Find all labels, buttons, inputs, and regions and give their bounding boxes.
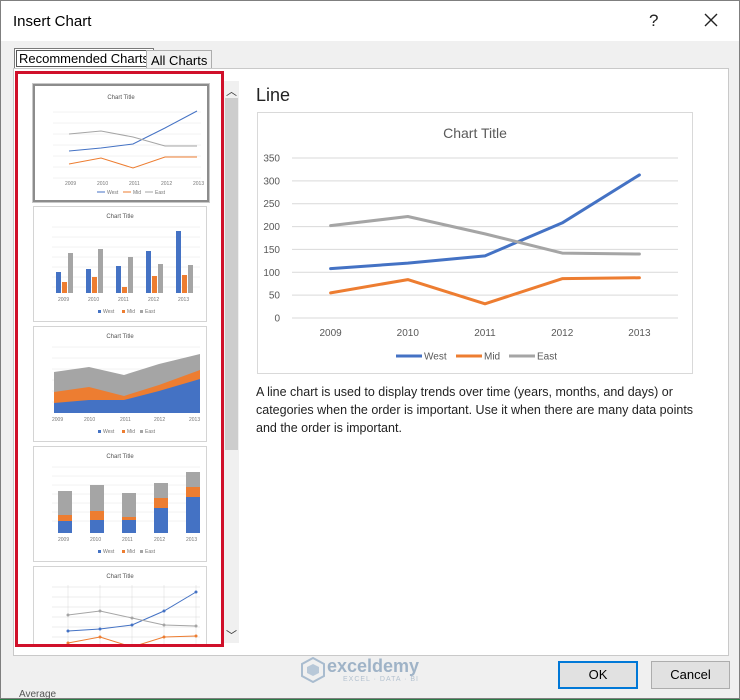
svg-text:2010: 2010 xyxy=(90,537,101,543)
svg-text:2011: 2011 xyxy=(122,537,133,543)
thumbnail-title: Chart Title xyxy=(106,454,134,460)
tab-all-charts[interactable]: All Charts xyxy=(146,50,213,70)
svg-text:Mid: Mid xyxy=(133,190,141,196)
svg-text:2013: 2013 xyxy=(178,297,189,303)
svg-text:West: West xyxy=(103,549,115,555)
svg-text:2012: 2012 xyxy=(161,181,172,187)
legend-label-west: West xyxy=(424,352,447,363)
exceldemy-logo-icon xyxy=(301,657,325,683)
y-tick-label: 350 xyxy=(263,154,280,165)
series-line-mid xyxy=(329,276,641,306)
svg-text:2012: 2012 xyxy=(154,417,165,423)
scrollbar-thumb[interactable] xyxy=(225,98,238,450)
thumbnail-stacked-area-chart[interactable]: Chart Title 2009 2010 2011 2012 2013 West Mi… xyxy=(33,326,207,442)
insert-chart-dialog: Insert Chart ? Recommended Charts All Ch… xyxy=(0,0,740,700)
thumbnail-line-chart[interactable]: Chart Title 2009 2010 2011 2012 2013 West Mi… xyxy=(33,84,209,202)
x-tick-label: 2009 xyxy=(319,328,342,339)
thumbnail-line-markers-chart[interactable]: Chart Title xyxy=(33,566,207,644)
scroll-down-icon[interactable]: ﹀ xyxy=(226,627,237,643)
svg-text:East: East xyxy=(155,190,166,196)
svg-text:2012: 2012 xyxy=(154,537,165,543)
svg-text:Mid: Mid xyxy=(127,549,135,555)
x-tick-label: 2011 xyxy=(474,328,496,339)
svg-text:2009: 2009 xyxy=(58,537,69,543)
svg-text:2010: 2010 xyxy=(88,297,99,303)
chart-description: A line chart is used to display trends o… xyxy=(256,385,694,435)
svg-text:2013: 2013 xyxy=(193,181,204,187)
svg-text:West: West xyxy=(103,429,115,435)
svg-text:2013: 2013 xyxy=(186,537,197,543)
thumbnails-scrollbar[interactable]: ︿ ﹀ xyxy=(224,81,239,643)
close-icon[interactable] xyxy=(699,8,723,32)
x-tick-label: 2010 xyxy=(397,328,420,339)
dialog-title: Insert Chart xyxy=(13,13,92,30)
watermark-name: exceldemy xyxy=(327,656,420,676)
svg-text:2011: 2011 xyxy=(120,417,131,423)
svg-text:2009: 2009 xyxy=(52,417,63,423)
y-tick-label: 0 xyxy=(274,314,280,325)
svg-text:Mid: Mid xyxy=(127,429,135,435)
y-tick-label: 250 xyxy=(263,199,280,210)
y-tick-label: 100 xyxy=(263,268,280,279)
watermark: exceldemy EXCEL · DATA · BI xyxy=(301,655,451,685)
svg-text:East: East xyxy=(145,429,156,435)
svg-text:West: West xyxy=(103,309,115,315)
thumbnail-title: Chart Title xyxy=(106,334,134,340)
svg-text:2011: 2011 xyxy=(118,297,129,303)
thumbnail-clustered-column-chart[interactable]: Chart Title 2009 2010 2011 2012 2013 West Mi… xyxy=(33,206,207,322)
cancel-button[interactable]: Cancel xyxy=(651,661,730,689)
y-tick-label: 150 xyxy=(263,245,280,256)
chart-type-heading: Line xyxy=(256,85,291,105)
y-tick-label: 300 xyxy=(263,176,280,187)
line-chart: Chart Title 0 50 100 150 200 250 300 350 2009 2010… xyxy=(263,125,678,363)
y-tick-label: 200 xyxy=(263,222,280,233)
x-tick-label: 2013 xyxy=(628,328,651,339)
chart-title: Chart Title xyxy=(443,125,507,141)
svg-text:2009: 2009 xyxy=(58,297,69,303)
x-tick-label: 2012 xyxy=(551,328,574,339)
legend-label-east: East xyxy=(537,352,557,363)
legend-label-mid: Mid xyxy=(484,352,500,363)
thumbnail-title: Chart Title xyxy=(106,214,134,220)
help-button[interactable]: ? xyxy=(649,11,658,31)
svg-text:2010: 2010 xyxy=(97,181,108,187)
thumbnail-stacked-column-chart[interactable]: Chart Title 2009 2010 2011 2012 2013 West Mi… xyxy=(33,446,207,562)
svg-text:2012: 2012 xyxy=(148,297,159,303)
svg-text:East: East xyxy=(145,309,156,315)
thumbnail-title: Chart Title xyxy=(107,95,135,101)
watermark-tagline: EXCEL · DATA · BI xyxy=(343,676,419,683)
title-bar: Insert Chart ? xyxy=(1,1,739,41)
thumbnail-title: Chart Title xyxy=(106,574,134,580)
recommended-charts-list[interactable]: Chart Title 2009 2010 2011 2012 2013 West Mi… xyxy=(15,71,224,647)
y-tick-label: 50 xyxy=(269,291,281,302)
svg-text:2009: 2009 xyxy=(65,181,76,187)
svg-text:2011: 2011 xyxy=(129,181,140,187)
scroll-up-icon[interactable]: ︿ xyxy=(226,83,237,99)
svg-text:Mid: Mid xyxy=(127,309,135,315)
svg-text:2013: 2013 xyxy=(189,417,200,423)
chart-preview: Chart Title 0 50 100 150 200 250 300 350 2009 2010… xyxy=(257,112,693,374)
background-status-text: Average xyxy=(19,689,57,700)
ok-button[interactable]: OK xyxy=(558,661,638,689)
svg-text:2010: 2010 xyxy=(84,417,95,423)
series-line-east xyxy=(329,215,641,256)
svg-text:West: West xyxy=(107,190,119,196)
svg-text:East: East xyxy=(145,549,156,555)
tab-recommended-charts[interactable]: Recommended Charts xyxy=(14,48,155,69)
